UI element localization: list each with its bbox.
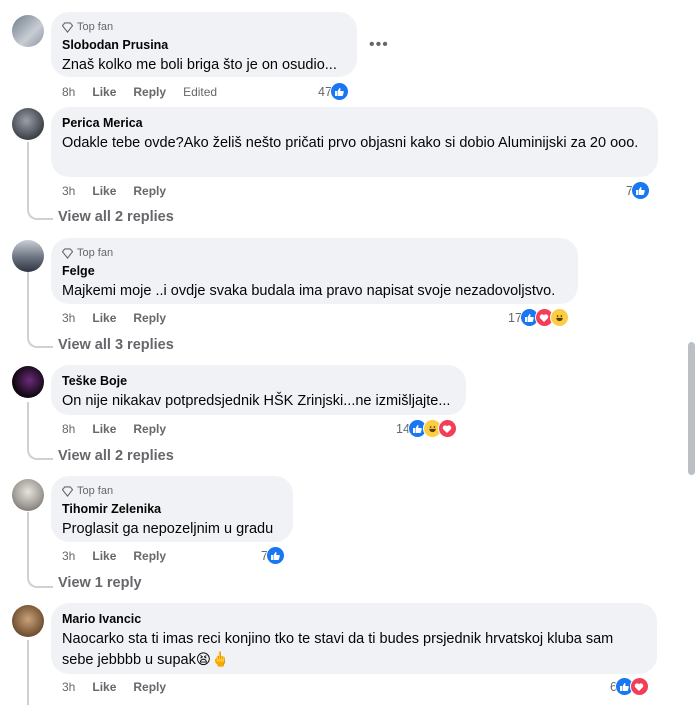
scrollbar-track[interactable] xyxy=(686,0,698,705)
avatar[interactable] xyxy=(12,108,44,140)
reaction-summary[interactable]: 17 xyxy=(508,308,569,327)
comment-author[interactable]: Tihomir Zelenika xyxy=(62,501,281,517)
comment-text: Znaš kolko me boli briga što je on osudi… xyxy=(62,57,337,73)
love-reaction-icon xyxy=(437,419,457,438)
thread-line xyxy=(27,142,29,202)
comment-actions: 3h Like Reply xyxy=(62,679,183,695)
thread-connector xyxy=(27,438,53,460)
like-button[interactable]: Like xyxy=(92,422,116,436)
comment-author[interactable]: Teške Boje xyxy=(62,373,454,389)
comment-bubble: Top fan Felge Majkemi moje ..i ovdje sva… xyxy=(51,238,578,304)
comment-bubble: Top fan Slobodan Prusina Znaš kolko me b… xyxy=(51,12,357,77)
reply-button[interactable]: Reply xyxy=(133,680,166,694)
comment-text: Naocarko sta ti imas reci konjino tko te… xyxy=(62,631,614,668)
top-fan-badge: Top fan xyxy=(62,484,281,498)
comment-text: Odakle tebe ovde?Ako želiš nešto pričati… xyxy=(62,135,639,151)
comment-actions: 3h Like Reply xyxy=(62,183,183,199)
diamond-icon xyxy=(62,247,73,259)
diamond-icon xyxy=(62,485,73,497)
thread-connector xyxy=(27,326,53,348)
comment-bubble: Top fan Tihomir Zelenika Proglasit ga ne… xyxy=(51,476,293,542)
thread-connector xyxy=(27,198,53,220)
comment-actions: 8h Like Reply Edited xyxy=(62,84,234,100)
comment-actions: 3h Like Reply xyxy=(62,548,183,564)
thread-line xyxy=(27,512,29,570)
comment-text: Majkemi moje ..i ovdje svaka budala ima … xyxy=(62,283,556,299)
comment-author[interactable]: Slobodan Prusina xyxy=(62,37,345,53)
comment-author[interactable]: Perica Merica xyxy=(62,115,646,131)
thread-connector xyxy=(27,566,53,588)
view-replies-link[interactable]: View all 2 replies xyxy=(58,448,174,464)
reaction-summary[interactable]: 47 xyxy=(318,82,349,101)
haha-reaction-icon xyxy=(549,308,569,327)
scrollbar-thumb[interactable] xyxy=(688,342,695,475)
view-replies-link[interactable]: View all 3 replies xyxy=(58,337,174,353)
comment-time[interactable]: 3h xyxy=(62,311,75,325)
comment-actions: 8h Like Reply xyxy=(62,421,183,437)
avatar[interactable] xyxy=(12,479,44,511)
like-button[interactable]: Like xyxy=(92,680,116,694)
comment-actions: 3h Like Reply xyxy=(62,310,183,326)
comment-bubble: Mario Ivancic Naocarko sta ti imas reci … xyxy=(51,603,657,674)
reply-button[interactable]: Reply xyxy=(133,85,166,99)
comment-bubble: Teške Boje On nije nikakav potpredsjedni… xyxy=(51,365,466,415)
comment-text: On nije nikakav potpredsjednik HŠK Zrinj… xyxy=(62,393,451,409)
avatar[interactable] xyxy=(12,240,44,272)
like-button[interactable]: Like xyxy=(92,184,116,198)
like-button[interactable]: Like xyxy=(92,549,116,563)
comment-time[interactable]: 3h xyxy=(62,184,75,198)
reply-button[interactable]: Reply xyxy=(133,184,166,198)
top-fan-badge: Top fan xyxy=(62,20,345,34)
reaction-summary[interactable]: 7 xyxy=(626,181,650,200)
reaction-summary[interactable]: 7 xyxy=(261,546,285,565)
comment-author[interactable]: Mario Ivancic xyxy=(62,611,645,627)
view-replies-link[interactable]: View all 2 replies xyxy=(58,209,174,225)
view-replies-link[interactable]: View 1 reply xyxy=(58,575,142,591)
edited-label[interactable]: Edited xyxy=(183,85,217,99)
avatar[interactable] xyxy=(12,605,44,637)
love-reaction-icon xyxy=(629,677,649,696)
thread-line xyxy=(27,272,29,330)
like-reaction-icon xyxy=(329,82,349,101)
like-button[interactable]: Like xyxy=(92,311,116,325)
avatar[interactable] xyxy=(12,15,44,47)
reply-button[interactable]: Reply xyxy=(133,311,166,325)
comment-time[interactable]: 3h xyxy=(62,680,75,694)
like-button[interactable]: Like xyxy=(92,85,116,99)
comment-time[interactable]: 8h xyxy=(62,85,75,99)
comment-bubble: Perica Merica Odakle tebe ovde?Ako želiš… xyxy=(51,107,658,177)
comment-author[interactable]: Felge xyxy=(62,263,566,279)
comment-time[interactable]: 3h xyxy=(62,549,75,563)
avatar[interactable] xyxy=(12,366,44,398)
like-reaction-icon xyxy=(265,546,285,565)
more-options-icon[interactable]: ••• xyxy=(369,36,389,54)
thread-line xyxy=(27,640,29,705)
like-reaction-icon xyxy=(630,181,650,200)
top-fan-badge: Top fan xyxy=(62,246,566,260)
thread-line xyxy=(27,402,29,442)
reaction-summary[interactable]: 14 xyxy=(396,419,457,438)
reply-button[interactable]: Reply xyxy=(133,422,166,436)
reaction-summary[interactable]: 6 xyxy=(610,677,649,696)
diamond-icon xyxy=(62,21,73,33)
reply-button[interactable]: Reply xyxy=(133,549,166,563)
comment-text: Proglasit ga nepozeljnim u gradu xyxy=(62,521,274,537)
comment-time[interactable]: 8h xyxy=(62,422,75,436)
